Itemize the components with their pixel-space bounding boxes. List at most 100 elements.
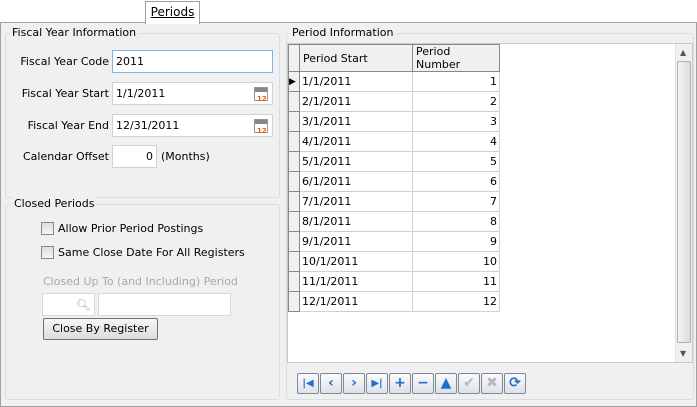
period-start-cell[interactable]: 10/1/2011 <box>299 251 413 272</box>
table-row[interactable]: ▶ 1/1/2011 1 <box>288 71 500 92</box>
table-row[interactable]: 2/1/2011 2 <box>288 91 500 112</box>
refresh-button[interactable]: ⟳ <box>504 373 526 394</box>
closed-period-lookup[interactable]: 🔍︎ <box>42 293 95 316</box>
first-icon: |◀ <box>302 378 314 389</box>
delete-icon: − <box>417 375 429 391</box>
fiscal-year-end-label: Fiscal Year End <box>27 119 109 132</box>
period-number-cell[interactable]: 2 <box>412 91 500 112</box>
edit-icon: ▲ <box>440 375 452 391</box>
period-number-cell[interactable]: 5 <box>412 151 500 172</box>
edit-button[interactable]: ▲ <box>435 373 457 394</box>
closed-up-to-label: Closed Up To (and Including) Period <box>43 275 238 288</box>
scrollbar-thumb[interactable] <box>677 61 691 343</box>
period-start-cell[interactable]: 12/1/2011 <box>299 291 413 312</box>
row-indicator[interactable] <box>288 151 300 172</box>
table-row[interactable]: 5/1/2011 5 <box>288 151 500 172</box>
insert-icon: + <box>394 375 406 391</box>
next-button[interactable]: › <box>343 373 365 394</box>
period-start-cell[interactable]: 7/1/2011 <box>299 191 413 212</box>
cancel-icon: ✖ <box>486 375 498 391</box>
next-icon: › <box>351 375 357 391</box>
fiscal-year-code-label: Fiscal Year Code <box>20 55 109 68</box>
table-row[interactable]: 9/1/2011 9 <box>288 231 500 252</box>
periods-table: Period Start Period Number ▶ 1/1/2011 1 … <box>288 44 500 312</box>
period-information-title: Period Information <box>290 26 396 39</box>
offset-unit-label: (Months) <box>161 150 210 163</box>
period-number-cell[interactable]: 11 <box>412 271 500 292</box>
table-row[interactable]: 11/1/2011 11 <box>288 271 500 292</box>
prior-icon: ‹ <box>328 375 334 391</box>
calendar-offset-label: Calendar Offset <box>22 150 109 163</box>
period-start-cell[interactable]: 4/1/2011 <box>299 131 413 152</box>
row-indicator[interactable] <box>288 91 300 112</box>
same-close-date-checkbox[interactable] <box>41 246 54 259</box>
column-header-period-start[interactable]: Period Start <box>299 44 413 72</box>
row-indicator[interactable] <box>288 171 300 192</box>
allow-prior-label: Allow Prior Period Postings <box>58 222 204 235</box>
period-number-cell[interactable]: 8 <box>412 211 500 232</box>
table-row[interactable]: 3/1/2011 3 <box>288 111 500 132</box>
period-start-cell[interactable]: 3/1/2011 <box>299 111 413 132</box>
tab-periods[interactable]: Periods <box>145 1 200 24</box>
fiscal-year-start-label: Fiscal Year Start <box>21 87 109 100</box>
search-icon[interactable]: 🔍︎ <box>76 297 91 314</box>
fiscal-year-code-input[interactable]: 2011 <box>112 50 273 73</box>
period-start-cell[interactable]: 1/1/2011 <box>299 71 413 92</box>
period-start-cell[interactable]: 9/1/2011 <box>299 231 413 252</box>
period-number-cell[interactable]: 10 <box>412 251 500 272</box>
same-close-date-label: Same Close Date For All Registers <box>58 246 245 259</box>
column-header-period-number[interactable]: Period Number <box>412 44 500 72</box>
post-button[interactable]: ✔ <box>458 373 480 394</box>
tab-label: Periods <box>150 5 195 19</box>
row-indicator[interactable]: ▶ <box>288 71 300 92</box>
row-indicator[interactable] <box>288 231 300 252</box>
vertical-scrollbar[interactable]: ▲ ▼ <box>675 44 692 362</box>
periods-grid: Period Start Period Number ▶ 1/1/2011 1 … <box>287 43 693 363</box>
scroll-down-icon[interactable]: ▼ <box>680 349 686 358</box>
period-start-cell[interactable]: 6/1/2011 <box>299 171 413 192</box>
calendar-icon[interactable]: 12 <box>254 87 268 103</box>
period-number-cell[interactable]: 9 <box>412 231 500 252</box>
period-start-cell[interactable]: 8/1/2011 <box>299 211 413 232</box>
delete-button[interactable]: − <box>412 373 434 394</box>
row-indicator[interactable] <box>288 191 300 212</box>
cancel-button[interactable]: ✖ <box>481 373 503 394</box>
allow-prior-checkbox[interactable] <box>41 222 54 235</box>
row-indicator[interactable] <box>288 291 300 312</box>
table-row[interactable]: 12/1/2011 12 <box>288 291 500 312</box>
table-row[interactable]: 4/1/2011 4 <box>288 131 500 152</box>
closed-period-description <box>98 293 231 316</box>
table-row[interactable]: 6/1/2011 6 <box>288 171 500 192</box>
fiscal-year-end-value: 12/31/2011 <box>116 119 180 132</box>
period-number-cell[interactable]: 4 <box>412 131 500 152</box>
last-button[interactable]: ▶| <box>366 373 388 394</box>
period-start-cell[interactable]: 2/1/2011 <box>299 91 413 112</box>
last-icon: ▶| <box>371 378 383 389</box>
period-number-cell[interactable]: 3 <box>412 111 500 132</box>
calendar-offset-input[interactable]: 0 <box>112 145 157 168</box>
period-number-cell[interactable]: 7 <box>412 191 500 212</box>
table-row[interactable]: 10/1/2011 10 <box>288 251 500 272</box>
row-indicator[interactable] <box>288 271 300 292</box>
period-start-cell[interactable]: 11/1/2011 <box>299 271 413 292</box>
period-start-cell[interactable]: 5/1/2011 <box>299 151 413 172</box>
period-number-cell[interactable]: 1 <box>412 71 500 92</box>
insert-button[interactable]: + <box>389 373 411 394</box>
fiscal-year-end-input[interactable]: 12/31/2011 12 <box>112 114 273 137</box>
closed-periods-title: Closed Periods <box>12 197 97 210</box>
close-by-register-button[interactable]: Close By Register <box>43 318 158 340</box>
period-number-cell[interactable]: 6 <box>412 171 500 192</box>
fiscal-year-start-input[interactable]: 1/1/2011 12 <box>112 82 273 105</box>
row-indicator[interactable] <box>288 131 300 152</box>
prior-button[interactable]: ‹ <box>320 373 342 394</box>
period-number-cell[interactable]: 12 <box>412 291 500 312</box>
row-indicator[interactable] <box>288 251 300 272</box>
table-row[interactable]: 8/1/2011 8 <box>288 211 500 232</box>
fiscal-year-title: Fiscal Year Information <box>10 26 139 39</box>
scroll-up-icon[interactable]: ▲ <box>680 48 686 57</box>
row-indicator[interactable] <box>288 211 300 232</box>
first-button[interactable]: |◀ <box>297 373 319 394</box>
table-row[interactable]: 7/1/2011 7 <box>288 191 500 212</box>
row-indicator[interactable] <box>288 111 300 132</box>
calendar-icon[interactable]: 12 <box>254 119 268 135</box>
